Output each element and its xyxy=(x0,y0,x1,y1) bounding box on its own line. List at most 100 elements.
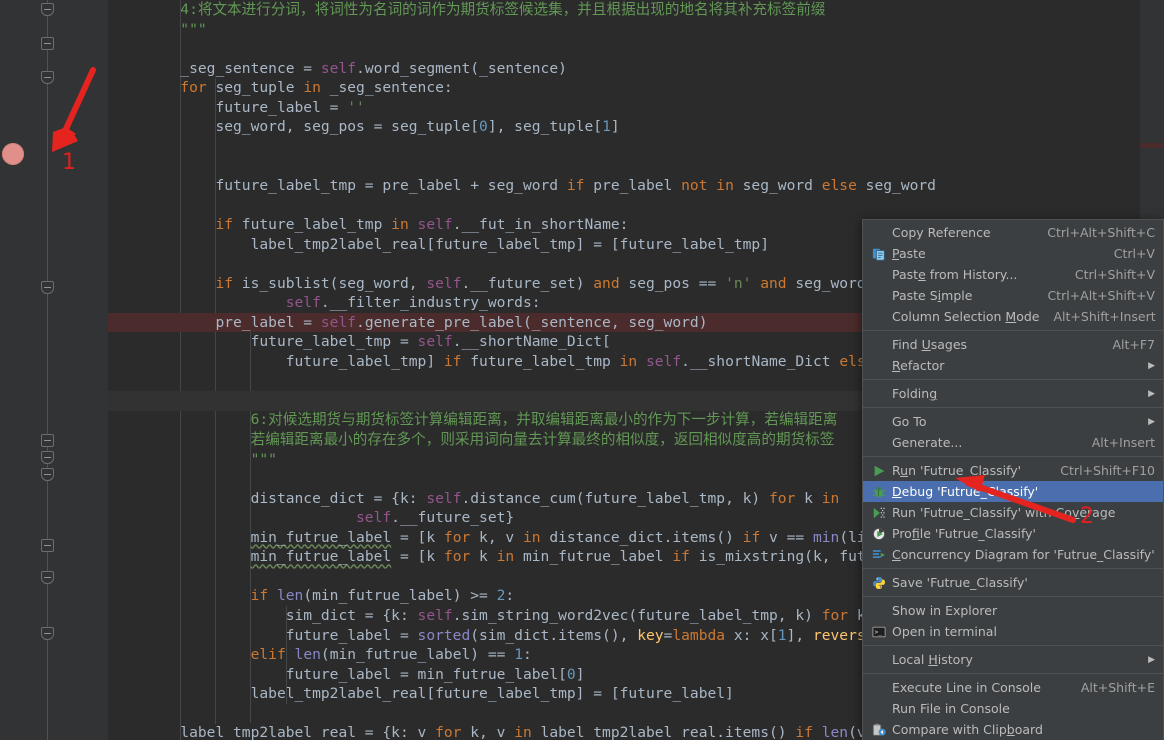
editor-context-menu[interactable]: Copy Reference Ctrl+Alt+Shift+C Paste Ctrl+… xyxy=(862,219,1164,740)
run-icon xyxy=(866,463,892,479)
menu-item-run-futrue-classify-with-coverage[interactable]: Run 'Futrue_Classify' with Coverage xyxy=(863,502,1163,523)
fold-marker[interactable] xyxy=(41,451,54,464)
menu-item-shortcut: Ctrl+Shift+F10 xyxy=(1060,463,1155,478)
fold-marker[interactable] xyxy=(41,468,54,481)
menu-item-column-selection-mode[interactable]: Column Selection Mode Alt+Shift+Insert xyxy=(863,306,1163,327)
marker-breakpoint[interactable] xyxy=(1140,143,1164,148)
menu-item-shortcut: Alt+F7 xyxy=(1112,337,1155,352)
annotation-label-2: 2 xyxy=(1080,504,1094,529)
menu-item-open-in-terminal[interactable]: >_ Open in terminal xyxy=(863,621,1163,642)
code-token: for xyxy=(180,79,207,97)
code-token: k, v xyxy=(470,528,523,546)
code-token: seg_word xyxy=(856,176,936,194)
terminal-icon: >_ xyxy=(866,624,892,640)
code-token: future_label = xyxy=(215,98,348,116)
menu-item-label: Paste Simple xyxy=(892,288,973,303)
code-token: min xyxy=(812,528,840,546)
code-token: k xyxy=(470,548,497,566)
clipboard-icon xyxy=(866,722,892,738)
menu-item-label: Local History xyxy=(892,652,973,667)
menu-item-show-in-explorer[interactable]: Show in Explorer xyxy=(863,600,1163,621)
fold-marker[interactable] xyxy=(41,539,54,552)
menu-item-shortcut: Alt+Insert xyxy=(1091,435,1155,450)
code-line[interactable]: _seg_sentence = self.word_segment(_sente… xyxy=(108,59,1140,79)
menu-item-find-usages[interactable]: Find Usages Alt+F7 xyxy=(863,334,1163,355)
code-line[interactable]: 4:将文本进行分词，将词性为名词的词作为期货标签候选集，并且根据出现的地名将其补… xyxy=(108,0,1140,20)
menu-item-label: Compare with Clipboard xyxy=(892,722,1043,737)
code-line[interactable]: """ xyxy=(108,20,1140,40)
menu-item-label: Folding xyxy=(892,386,938,401)
code-token: len xyxy=(276,587,304,605)
code-line[interactable]: for seg_tuple in _seg_sentence: xyxy=(108,78,1140,98)
menu-item-copy-reference[interactable]: Copy Reference Ctrl+Alt+Shift+C xyxy=(863,222,1163,243)
code-token: is_sublist(seg_word, xyxy=(233,274,427,292)
breakpoint-marker[interactable] xyxy=(2,143,24,165)
code-line[interactable] xyxy=(108,137,1140,157)
menu-item-label: Paste xyxy=(892,246,926,261)
menu-item-generate[interactable]: Generate... Alt+Insert xyxy=(863,432,1163,453)
code-token: = [k xyxy=(391,528,444,546)
fold-marker[interactable] xyxy=(41,281,54,294)
code-token: is_mixstring(k, futur xyxy=(689,548,884,566)
menu-item-profile-futrue-classify[interactable]: Profile 'Futrue_Classify' xyxy=(863,523,1163,544)
fold-marker[interactable] xyxy=(41,71,54,84)
menu-item-label: Run 'Futrue_Classify' xyxy=(892,463,1022,478)
code-token: ] xyxy=(610,118,620,136)
fold-marker[interactable] xyxy=(41,434,54,447)
code-token: 0 xyxy=(479,118,488,136)
menu-item-debug-futrue-classify[interactable]: Debug 'Futrue_Classify' xyxy=(863,481,1163,502)
code-token: future_label = min_futrue_label[ xyxy=(285,665,567,683)
code-token: for xyxy=(769,489,796,507)
menu-item-label: Concurrency Diagram for 'Futrue_Classify… xyxy=(892,547,1155,562)
code-line[interactable]: future_label_tmp = pre_label + seg_word … xyxy=(108,176,1140,196)
menu-item-folding[interactable]: Folding ▶ xyxy=(863,383,1163,404)
code-token: self xyxy=(426,274,462,292)
menu-item-paste[interactable]: Paste Ctrl+V xyxy=(863,243,1163,264)
menu-item-refactor[interactable]: Refactor ▶ xyxy=(863,355,1163,376)
concurrency-icon xyxy=(866,547,892,563)
menu-item-save-futrue-classify[interactable]: Save 'Futrue_Classify' xyxy=(863,572,1163,593)
submenu-arrow-icon: ▶ xyxy=(1148,416,1155,427)
fold-marker[interactable] xyxy=(41,627,54,640)
code-token: min_futrue_label xyxy=(250,548,392,566)
code-token: _seg_sentence = xyxy=(180,59,321,77)
code-token: .__future_set) xyxy=(461,274,594,292)
code-token: 4:将文本进行分词，将词性为名词的词作为期货标签候选集，并且根据出现的地名将其补… xyxy=(180,1,826,18)
fold-marker[interactable] xyxy=(41,3,54,16)
menu-item-paste-from-history[interactable]: Paste from History... Ctrl+Shift+V xyxy=(863,264,1163,285)
gutter-breakpoint-strip[interactable] xyxy=(0,0,18,740)
code-line[interactable] xyxy=(108,39,1140,59)
menu-item-execute-line-in-console[interactable]: Execute Line in Console Alt+Shift+E xyxy=(863,677,1163,698)
menu-item-icon-placeholder xyxy=(866,701,892,717)
editor-gutter[interactable] xyxy=(0,0,108,740)
profile-icon xyxy=(866,526,892,542)
menu-item-paste-simple[interactable]: Paste Simple Ctrl+Alt+Shift+V xyxy=(863,285,1163,306)
code-token: in xyxy=(716,176,734,194)
code-line[interactable]: future_label = '' xyxy=(108,98,1140,118)
code-token: .__filter_industry_words: xyxy=(320,294,541,312)
code-token: label_tmp2label_real[future_label_tmp] =… xyxy=(250,685,734,703)
menu-separator xyxy=(863,568,1163,569)
menu-item-label: Save 'Futrue_Classify' xyxy=(892,575,1028,590)
fold-marker[interactable] xyxy=(41,571,54,584)
code-line[interactable]: seg_word, seg_pos = seg_tuple[0], seg_tu… xyxy=(108,117,1140,137)
menu-item-compare-with-clipboard[interactable]: Compare with Clipboard xyxy=(863,719,1163,740)
code-token: .word_segment(_sentence) xyxy=(356,59,567,77)
fold-marker[interactable] xyxy=(41,37,54,50)
menu-item-run-file-in-console[interactable]: Run File in Console xyxy=(863,698,1163,719)
menu-item-concurrency-diagram-for-futrue-classify[interactable]: Concurrency Diagram for 'Futrue_Classify… xyxy=(863,544,1163,565)
menu-item-run-futrue-classify[interactable]: Run 'Futrue_Classify' Ctrl+Shift+F10 xyxy=(863,460,1163,481)
code-token: .distance_cum(future_label_tmp, k) xyxy=(461,489,770,507)
menu-item-go-to[interactable]: Go To ▶ xyxy=(863,411,1163,432)
code-token: (min_futrue_label) >= xyxy=(303,587,497,605)
menu-item-local-history[interactable]: Local History ▶ xyxy=(863,649,1163,670)
